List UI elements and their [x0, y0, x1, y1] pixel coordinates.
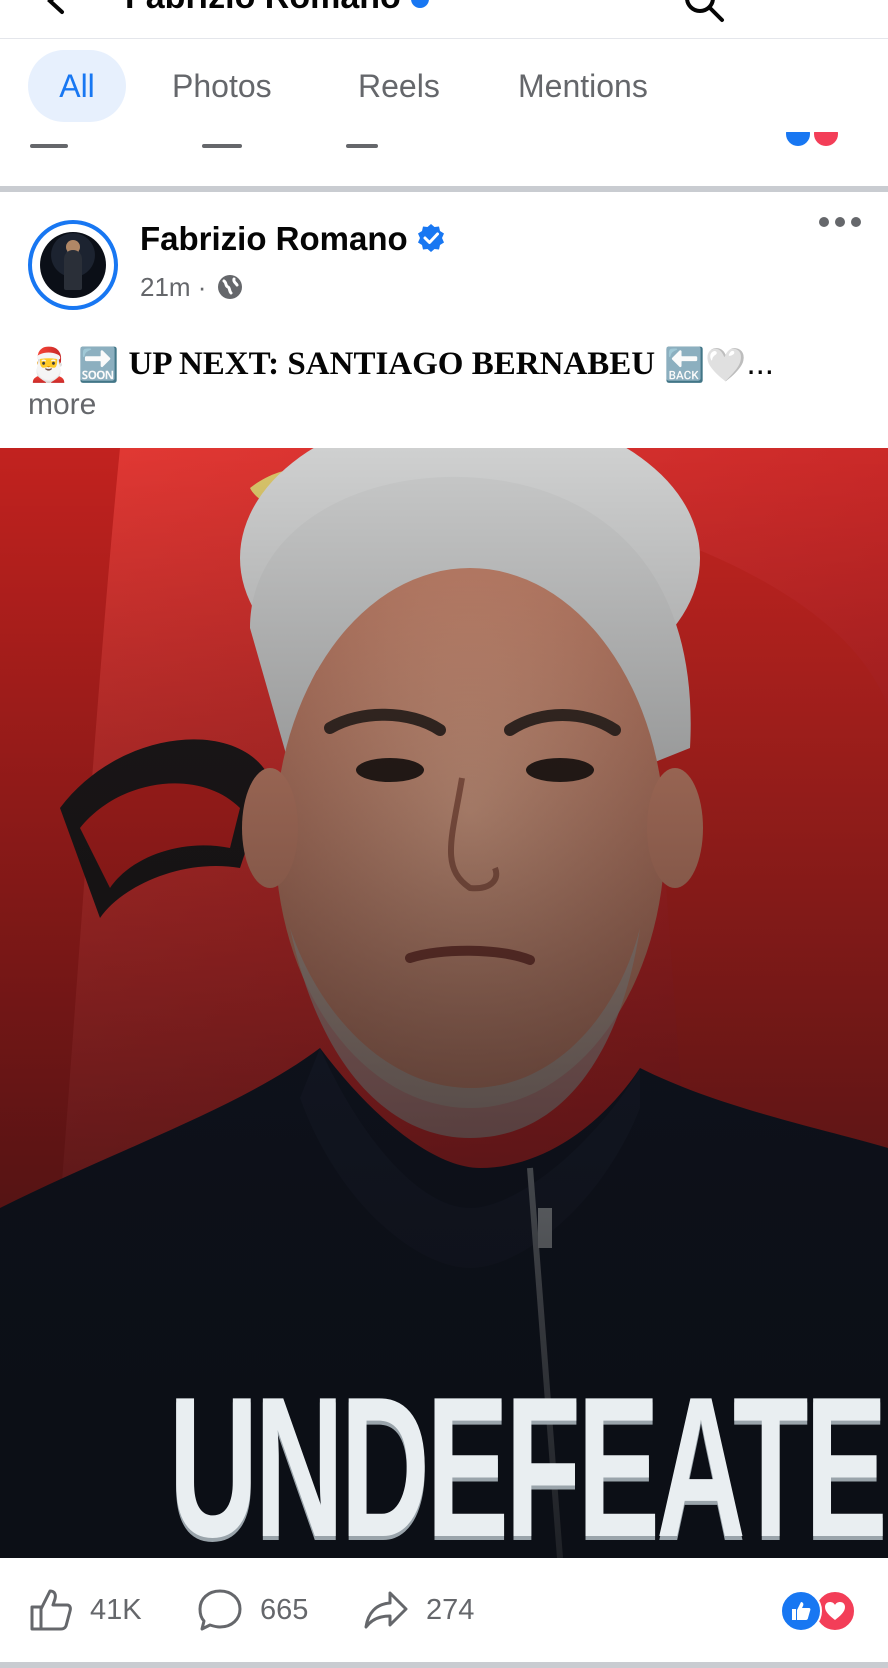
image-headline: UNDEFEATED — [168, 1356, 888, 1559]
caption-ellipsis: ... — [746, 344, 774, 381]
thumbs-up-icon — [30, 1589, 72, 1631]
post-caption: 🎅 🔜 UP NEXT: SANTIAGO BERNABEU 🔙🤍... mor… — [28, 340, 868, 428]
comment-icon — [198, 1589, 242, 1631]
more-options-icon[interactable] — [818, 214, 862, 235]
tab-mentions[interactable]: Mentions — [518, 50, 648, 122]
reactions-summary[interactable] — [780, 1590, 862, 1632]
post-timestamp: 21m · — [140, 272, 244, 308]
author-name[interactable]: Fabrizio Romano — [140, 220, 408, 257]
post-author[interactable]: Fabrizio Romano — [140, 220, 446, 261]
share-icon — [364, 1591, 408, 1629]
like-button[interactable]: 41K — [28, 1586, 142, 1634]
comment-button[interactable]: 665 — [196, 1586, 308, 1634]
globe-icon — [216, 273, 244, 308]
back-arrow-icon[interactable] — [40, 0, 70, 21]
search-icon[interactable] — [682, 0, 726, 29]
post-divider — [0, 186, 888, 192]
caption-text: UP NEXT: SANTIAGO BERNABEU — [128, 346, 656, 382]
verified-badge-icon — [416, 223, 446, 261]
avatar[interactable] — [28, 220, 118, 310]
tab-reels[interactable]: Reels — [358, 50, 440, 122]
verified-badge-icon — [410, 0, 429, 9]
previous-post-actions — [0, 132, 888, 188]
tab-photos[interactable]: Photos — [172, 50, 272, 122]
post-image[interactable]: UNDEFEATED — [0, 448, 888, 1558]
share-icon — [346, 144, 378, 148]
like-reaction-icon — [780, 1590, 822, 1632]
post-actions: 41K 665 274 — [0, 1558, 888, 1662]
caption-tail-emoji: 🔙🤍 — [664, 346, 747, 384]
like-icon — [30, 144, 68, 148]
love-reaction-icon — [814, 132, 838, 146]
time-label: 21m — [140, 272, 191, 302]
filter-tabs: All Photos Reels Mentions — [0, 40, 888, 132]
comment-icon — [202, 144, 242, 148]
top-app-bar: Fabrizio Romano — [0, 0, 888, 39]
tab-all[interactable]: All — [28, 50, 126, 122]
like-reaction-icon — [786, 132, 810, 146]
avatar-image — [40, 232, 106, 298]
share-button[interactable]: 274 — [362, 1586, 474, 1634]
post-divider-bottom — [0, 1662, 888, 1668]
comment-count: 665 — [260, 1593, 309, 1626]
share-count: 274 — [426, 1593, 475, 1626]
like-count: 41K — [90, 1593, 142, 1626]
see-more-link[interactable]: more — [28, 382, 868, 428]
page-title: Fabrizio Romano — [125, 0, 429, 17]
